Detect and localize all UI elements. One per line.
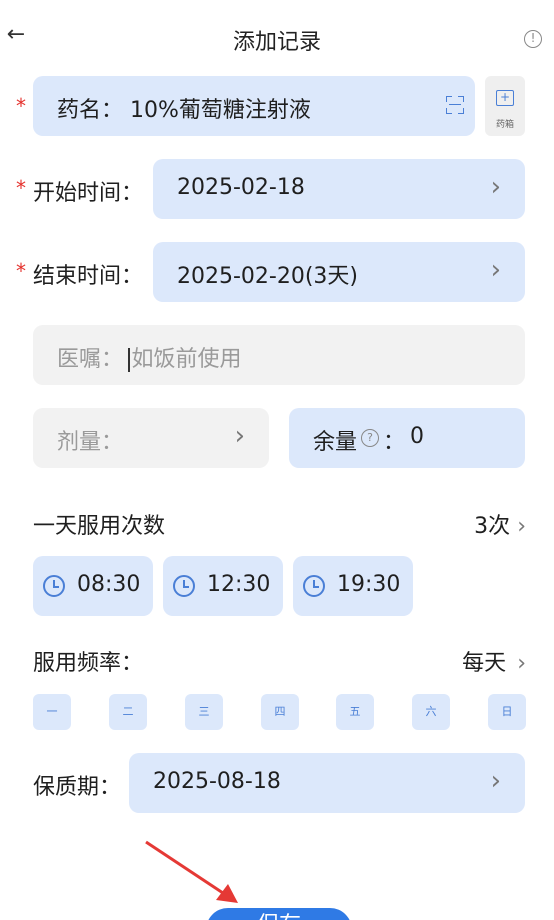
- save-button[interactable]: 保存: [206, 908, 352, 920]
- annotation-arrow: [145, 840, 238, 903]
